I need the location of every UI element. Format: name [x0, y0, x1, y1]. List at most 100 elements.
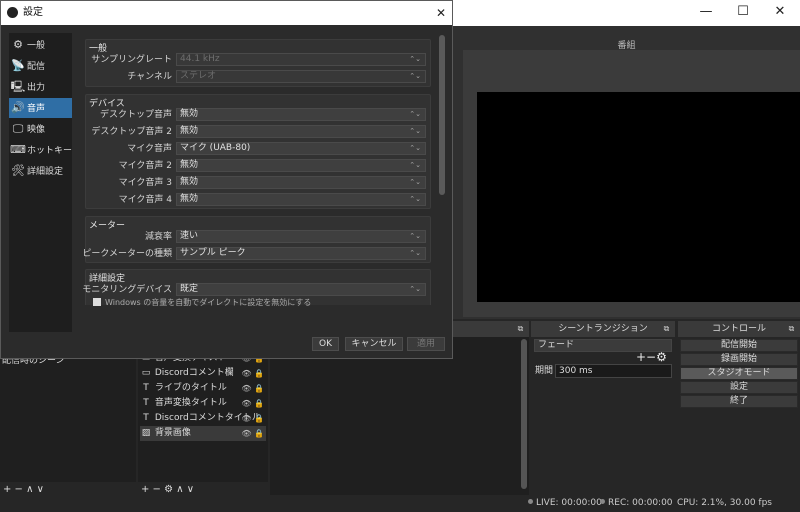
settings-sidebar: ⚙ 一般 📡 配信 🖳 出力 🔊 音声 🖵 映像 ⌨ホットキー 🛠 詳細設定: [9, 33, 72, 332]
sidebar-item-label: 配信: [27, 62, 46, 72]
channels-select[interactable]: ステレオ ⌃⌄: [176, 70, 426, 83]
updown-icon: ⌃⌄: [409, 232, 421, 240]
cancel-button[interactable]: キャンセル: [345, 337, 403, 351]
field-label: マイク音声: [127, 144, 172, 154]
source-item[interactable]: T 音声変換タイトル 👁 🔒: [140, 396, 266, 411]
close-button[interactable]: ✕: [764, 0, 796, 26]
updown-icon: ⌃⌄: [409, 110, 421, 118]
visibility-lock-icon[interactable]: 👁 🔒: [241, 426, 264, 441]
sidebar-item-label: 出力: [27, 83, 46, 93]
mic-audio-2-row: マイク音声 2 無効 ⌃⌄: [86, 159, 430, 173]
controls-dock-title: コントロール ⧉: [678, 321, 800, 337]
source-type-icon: ▭: [141, 368, 151, 378]
mic-audio-select[interactable]: マイク (UAB-80) ⌃⌄: [176, 142, 426, 155]
sample-rate-select[interactable]: 44.1 kHz ⌃⌄: [176, 53, 426, 66]
source-type-icon: ▨: [141, 428, 151, 438]
preview-area[interactable]: [463, 50, 800, 317]
settings-button[interactable]: 設定: [680, 381, 798, 394]
mic-audio-4-row: マイク音声 4 無効 ⌃⌄: [86, 193, 430, 207]
mixer-scrollbar[interactable]: [521, 339, 527, 489]
settings-scrollbar[interactable]: [439, 35, 445, 195]
sample-rate-row: サンプリングレート 44.1 kHz ⌃⌄: [86, 53, 430, 67]
output-icon: 🖳: [10, 80, 26, 93]
field-label: サンプリングレート: [91, 55, 172, 65]
channels-row: チャンネル ステレオ ⌃⌄: [86, 70, 430, 84]
apply-button[interactable]: 適用: [407, 337, 445, 351]
source-item[interactable]: ▭ Discordコメント欄 👁 🔒: [140, 366, 266, 381]
sidebar-item-output[interactable]: 🖳 出力: [9, 77, 72, 97]
start-recording-button[interactable]: 録画開始: [680, 353, 798, 366]
duration-input[interactable]: 300 ms: [555, 364, 672, 378]
ducking-checkbox-row[interactable]: Windows の音量を自動でダイレクトに設定を無効にする: [93, 297, 311, 308]
sidebar-item-label: ホットキー: [27, 146, 73, 156]
transition-value: フェード: [538, 340, 575, 350]
select-value: 既定: [180, 284, 199, 294]
mic-audio-3-row: マイク音声 3 無効 ⌃⌄: [86, 176, 430, 190]
source-item[interactable]: T Discordコメントタイトル 👁 🔒: [140, 411, 266, 426]
keyboard-icon: ⌨: [10, 143, 26, 156]
sidebar-item-general[interactable]: ⚙ 一般: [9, 35, 72, 55]
sidebar-item-advanced[interactable]: 🛠 詳細設定: [9, 161, 72, 181]
monitoring-device-row: モニタリングデバイス 既定 ⌃⌄: [82, 283, 430, 297]
visibility-lock-icon[interactable]: 👁 🔒: [241, 411, 264, 426]
controls-title: コントロール: [711, 324, 766, 334]
float-icon[interactable]: ⧉: [787, 324, 796, 333]
select-value: 無効: [180, 109, 199, 119]
desktop-audio-select[interactable]: 無効 ⌃⌄: [176, 108, 426, 121]
mic-audio-4-select[interactable]: 無効 ⌃⌄: [176, 193, 426, 206]
float-icon[interactable]: ⧉: [516, 324, 525, 333]
preview-screen[interactable]: [477, 92, 800, 302]
sidebar-item-label: 詳細設定: [27, 167, 64, 177]
status-bar: LIVE: 00:00:00 REC: 00:00:00 CPU: 2.1%, …: [0, 495, 800, 512]
select-value: 速い: [180, 231, 199, 241]
ducking-checkbox[interactable]: [93, 298, 101, 306]
field-label: モニタリングデバイス: [82, 285, 172, 295]
minimize-button[interactable]: —: [690, 0, 722, 26]
exit-button[interactable]: 終了: [680, 395, 798, 408]
maximize-button[interactable]: ☐: [727, 0, 759, 26]
sidebar-item-video[interactable]: 🖵 映像: [9, 119, 72, 139]
settings-close-button[interactable]: ✕: [436, 1, 446, 25]
tools-icon: 🛠: [11, 164, 25, 177]
select-value: マイク (UAB-80): [180, 143, 251, 153]
select-value: 無効: [180, 126, 199, 136]
select-value: 無効: [180, 194, 199, 204]
select-value: サンプル ピーク: [180, 248, 246, 258]
sidebar-item-hotkeys[interactable]: ⌨ホットキー: [9, 140, 72, 160]
select-value: 44.1 kHz: [180, 54, 220, 64]
antenna-icon: 📡: [11, 59, 25, 72]
monitoring-device-select[interactable]: 既定 ⌃⌄: [176, 283, 426, 296]
ok-button[interactable]: OK: [312, 337, 339, 351]
peak-meter-type-select[interactable]: サンプル ピーク ⌃⌄: [176, 247, 426, 260]
start-streaming-button[interactable]: 配信開始: [680, 339, 798, 352]
sidebar-item-stream[interactable]: 📡 配信: [9, 56, 72, 76]
decay-rate-row: 減衰率 速い ⌃⌄: [86, 230, 430, 244]
mic-audio-3-select[interactable]: 無効 ⌃⌄: [176, 176, 426, 189]
updown-icon: ⌃⌄: [409, 127, 421, 135]
visibility-lock-icon[interactable]: 👁 🔒: [241, 381, 264, 396]
mic-audio-2-select[interactable]: 無効 ⌃⌄: [176, 159, 426, 172]
rec-status: REC: 00:00:00: [600, 495, 673, 512]
visibility-lock-icon[interactable]: 👁 🔒: [241, 366, 264, 381]
select-value: ステレオ: [180, 71, 217, 81]
updown-icon: ⌃⌄: [409, 178, 421, 186]
source-item[interactable]: ▨ 背景画像 👁 🔒: [140, 426, 266, 441]
sidebar-item-label: 一般: [27, 41, 46, 51]
source-item[interactable]: T ライブのタイトル 👁 🔒: [140, 381, 266, 396]
source-type-icon: T: [143, 383, 149, 393]
source-label: ライブのタイトル: [154, 383, 227, 393]
audio-mixer: [270, 337, 529, 495]
decay-rate-select[interactable]: 速い ⌃⌄: [176, 230, 426, 243]
studio-mode-button[interactable]: スタジオモード: [680, 367, 798, 380]
updown-icon: ⌃⌄: [409, 144, 421, 152]
transition-add-remove-config[interactable]: +−⚙: [636, 351, 667, 364]
duration-value: 300 ms: [559, 366, 593, 376]
desktop-audio-2-select[interactable]: 無効 ⌃⌄: [176, 125, 426, 138]
float-icon[interactable]: ⧉: [662, 324, 671, 333]
visibility-lock-icon[interactable]: 👁 🔒: [241, 396, 264, 411]
select-value: 無効: [180, 177, 199, 187]
sidebar-item-audio[interactable]: 🔊 音声: [9, 98, 72, 118]
source-label: 音声変換タイトル: [154, 398, 227, 408]
ducking-label: Windows の音量を自動でダイレクトに設定を無効にする: [105, 298, 312, 307]
field-label: マイク音声 2: [118, 161, 172, 171]
